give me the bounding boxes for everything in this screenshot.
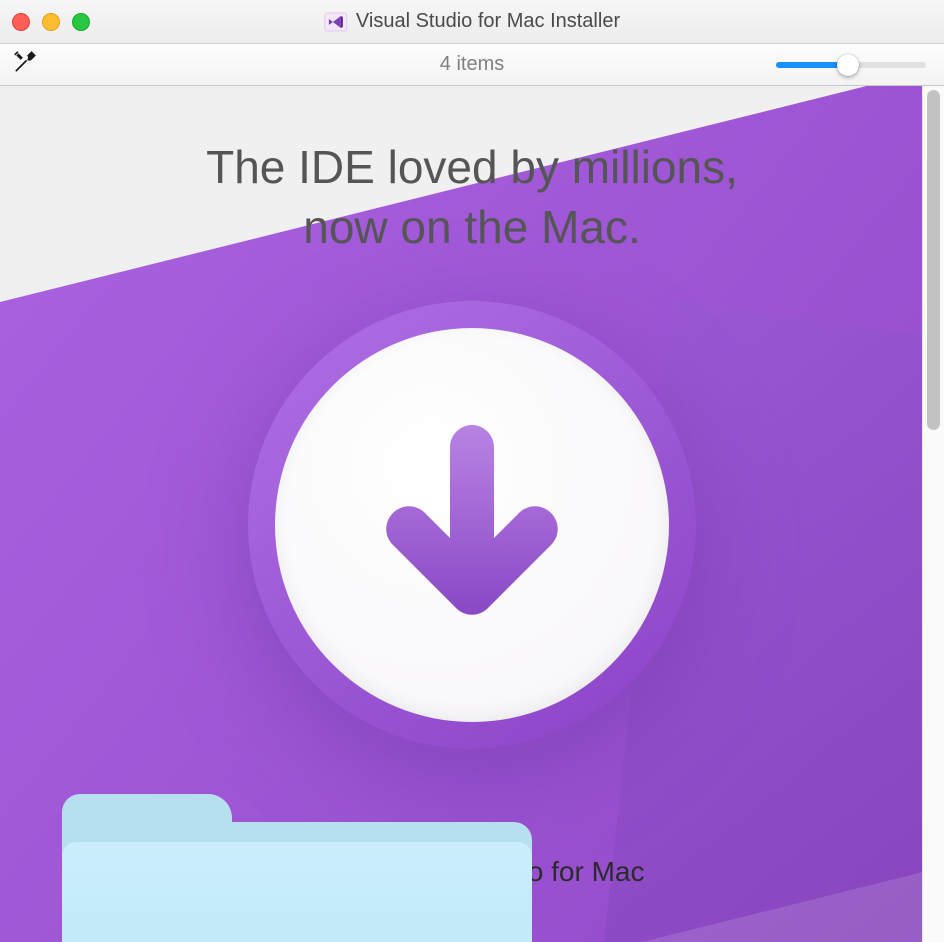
zoom-slider[interactable] bbox=[776, 62, 926, 68]
close-button[interactable] bbox=[12, 13, 30, 31]
toolbar: 4 items bbox=[0, 44, 944, 86]
tools-icon[interactable] bbox=[12, 49, 38, 80]
minimize-button[interactable] bbox=[42, 13, 60, 31]
vertical-scrollbar[interactable] bbox=[922, 86, 944, 942]
title-wrap: Visual Studio for Mac Installer bbox=[324, 10, 620, 34]
applications-folder-icon[interactable] bbox=[62, 822, 532, 942]
visual-studio-icon bbox=[324, 10, 348, 34]
zoom-button[interactable] bbox=[72, 13, 90, 31]
download-arrow-icon bbox=[372, 410, 572, 640]
scrollbar-thumb[interactable] bbox=[927, 90, 940, 430]
window-title: Visual Studio for Mac Installer bbox=[356, 10, 620, 33]
install-button[interactable] bbox=[248, 301, 696, 749]
traffic-lights bbox=[12, 13, 90, 31]
items-count-label: 4 items bbox=[440, 53, 504, 76]
headline-line-1: The IDE loved by millions, bbox=[0, 138, 944, 198]
toolbar-left bbox=[12, 49, 38, 80]
titlebar: Visual Studio for Mac Installer bbox=[0, 0, 944, 44]
headline-line-2: now on the Mac. bbox=[0, 198, 944, 258]
headline: The IDE loved by millions, now on the Ma… bbox=[0, 86, 944, 258]
content-area: The IDE loved by millions, now on the Ma… bbox=[0, 86, 944, 942]
slider-thumb-icon[interactable] bbox=[837, 54, 859, 76]
